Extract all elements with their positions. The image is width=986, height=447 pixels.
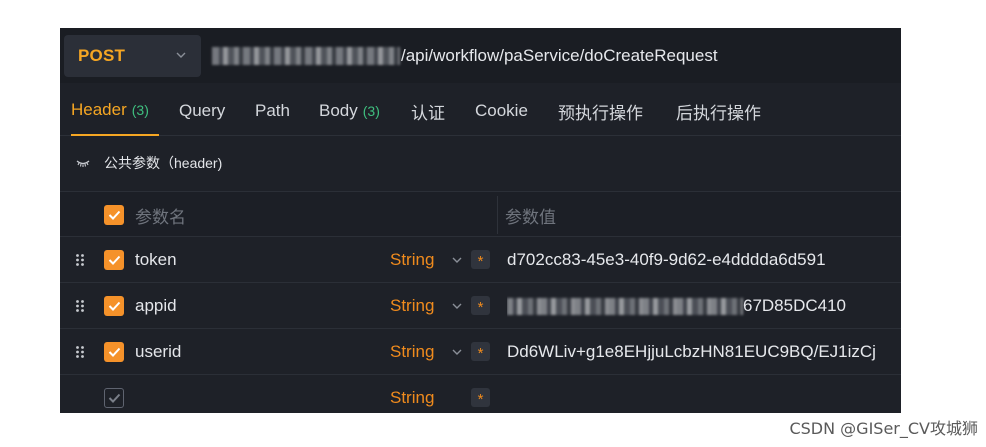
section-title: 公共参数（header) [104,155,223,171]
param-name[interactable]: userid [135,329,375,375]
required-asterisk: * [477,345,484,362]
tab-body[interactable]: Body (3) [319,86,380,136]
drag-handle[interactable] [72,237,88,283]
tab-post-request[interactable]: 后执行操作 [676,86,761,136]
table-row: token String * d702cc83-45e3-40f9-9d62-e… [60,237,901,283]
check-icon [108,347,120,357]
tab-path[interactable]: Path [255,86,290,136]
method-select[interactable]: POST [64,35,201,77]
row-checkbox[interactable] [104,250,124,270]
tab-label: Cookie [475,101,528,120]
url-input[interactable]: /api/workflow/paService/doCreateRequest [212,35,897,77]
required-toggle[interactable]: * [471,250,490,269]
param-type-select[interactable]: String [390,375,450,413]
column-header-value: 参数值 [505,207,556,227]
tab-label: 认证 [411,103,445,123]
url-path: /api/workflow/paService/doCreateRequest [401,46,718,65]
request-panel: POST /api/workflow/paService/doCreateReq… [60,28,901,413]
required-asterisk: * [477,391,484,408]
drag-handle[interactable] [72,283,88,329]
param-type-select[interactable]: String [390,329,450,375]
column-divider[interactable] [497,196,498,234]
table-header-row: 参数名 参数值 [60,191,901,237]
tab-label: 预执行操作 [558,103,643,123]
column-header-name: 参数名 [135,207,186,227]
drag-handle-icon [76,254,84,266]
param-type-select[interactable]: String [390,237,450,283]
param-name[interactable] [135,375,375,413]
row-checkbox[interactable] [104,296,124,316]
required-asterisk: * [477,253,484,270]
request-tabs: Header (3) Query Path Body (3) 认证 Cookie 预… [60,86,901,136]
param-name[interactable]: appid [135,283,375,329]
chevron-down-icon[interactable] [451,346,463,358]
row-checkbox[interactable] [104,342,124,362]
check-icon [108,393,120,403]
url-bar: POST /api/workflow/paService/doCreateReq… [60,28,901,83]
param-value[interactable]: d702cc83-45e3-40f9-9d62-e4dddda6d591 [507,237,897,283]
tab-cookie[interactable]: Cookie [475,86,528,136]
check-icon [108,210,120,220]
watermark: CSDN @GISer_CV攻城狮 [789,419,978,438]
table-row: appid String * 67D85DC410 [60,283,901,329]
tab-header[interactable]: Header (3) [71,86,159,136]
row-checkbox[interactable] [104,388,124,408]
redacted-host [212,47,400,65]
params-table: 参数名 参数值 token String * d702cc83-45e3-40f… [60,191,901,413]
tab-label: 后执行操作 [676,103,761,123]
public-params-section[interactable]: 公共参数（header) [60,138,901,188]
table-row: userid String * Dd6WLiv+g1e8EHjjuLcbzHN8… [60,329,901,375]
tab-label: Query [179,101,226,120]
param-name[interactable]: token [135,237,375,283]
method-label: POST [78,46,126,65]
tab-pre-request[interactable]: 预执行操作 [558,86,643,136]
check-icon [108,301,120,311]
tab-label: Path [255,101,290,120]
redacted-value [507,297,743,315]
tab-label: Header [71,100,127,119]
required-toggle[interactable]: * [471,296,490,315]
param-value[interactable]: 67D85DC410 [507,283,897,329]
drag-handle-icon [76,346,84,358]
chevron-down-icon[interactable] [451,254,463,266]
select-all-checkbox[interactable] [104,205,124,225]
chevron-down-icon [176,52,186,58]
param-value[interactable] [507,375,897,413]
param-type-select[interactable]: String [390,283,450,329]
tab-label: Body [319,101,358,120]
drag-handle[interactable] [72,329,88,375]
required-toggle[interactable]: * [471,342,490,361]
tab-count: (3) [131,102,149,118]
tab-count: (3) [362,103,380,119]
required-toggle[interactable]: * [471,388,490,407]
tab-query[interactable]: Query [179,86,225,136]
drag-handle-icon [76,300,84,312]
chevron-down-icon[interactable] [451,300,463,312]
param-value[interactable]: Dd6WLiv+g1e8EHjjuLcbzHN81EUC9BQ/EJ1izCj [507,329,897,375]
required-asterisk: * [477,299,484,316]
tab-auth[interactable]: 认证 [411,86,445,136]
param-value-text: 67D85DC410 [743,296,847,315]
eye-closed-icon [76,160,90,167]
table-row-new: String * [60,375,901,413]
check-icon [108,255,120,265]
